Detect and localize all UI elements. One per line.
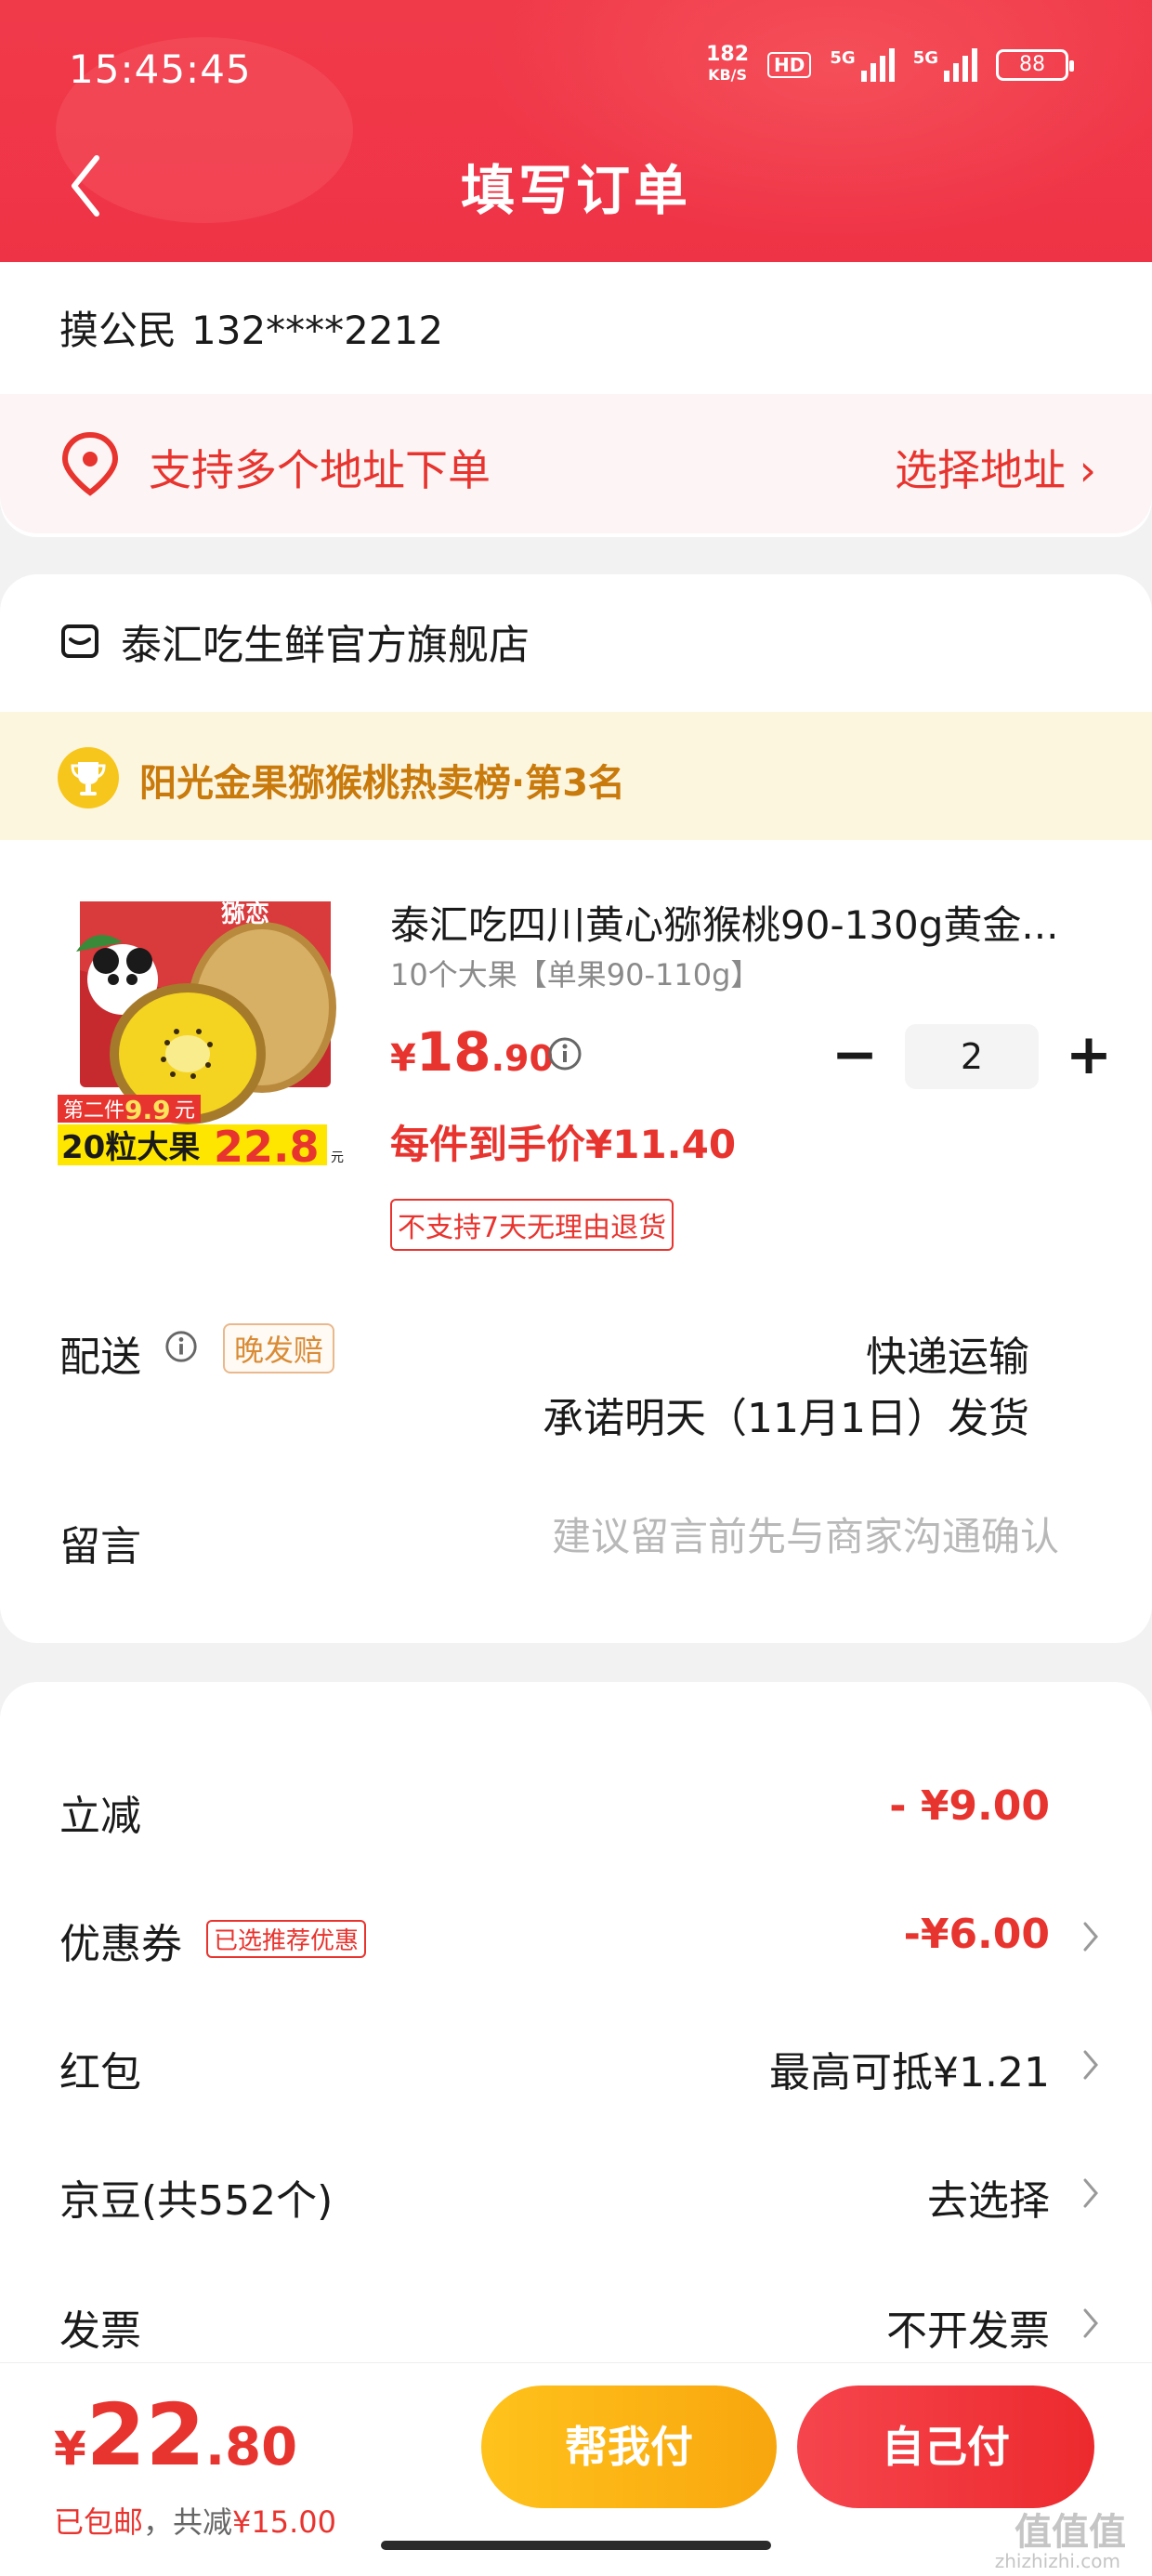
pay-myself-button[interactable]: 自己付 xyxy=(797,2385,1094,2508)
store-card: 泰汇吃生鲜官方旗舰店 阳光金果猕猴桃热卖榜·第3名 猕恋 第二件 9.9 元 2… xyxy=(0,574,1152,1643)
no-return-badge: 不支持7天无理由退货 xyxy=(390,1199,674,1251)
multi-address-text: 支持多个地址下单 xyxy=(149,445,491,495)
contact-phone: 132****2212 xyxy=(191,308,444,353)
location-pin-icon xyxy=(61,431,119,496)
shipping-promise: 承诺明天（11月1日）发货 xyxy=(543,1395,1029,1442)
watermark-logo: 值值值 xyxy=(1015,2511,1126,2554)
shipping-label: 配送 xyxy=(59,1334,141,1381)
coupon-value: -¥6.00 xyxy=(903,1911,1050,1958)
jd-beans-row[interactable]: 京豆(共552个) 去选择 xyxy=(0,2150,1152,2243)
chevron-right-icon xyxy=(1083,2308,1098,2338)
hd-icon: HD xyxy=(767,52,812,78)
chevron-right-icon xyxy=(1083,1922,1098,1952)
chevron-right-icon xyxy=(1083,2178,1098,2208)
svg-text:20粒大果: 20粒大果 xyxy=(61,1129,200,1165)
red-packet-value: 最高可抵¥1.21 xyxy=(769,2049,1050,2096)
rank-text: 阳光金果猕猴桃热卖榜·第3名 xyxy=(139,762,626,805)
product-title[interactable]: 泰汇吃四川黄心猕猴桃90-130g黄金... xyxy=(390,894,1096,951)
svg-text:元: 元 xyxy=(175,1099,195,1123)
status-bar: 15:45:45 182 KB/S HD 5G 5G 88 xyxy=(0,0,1152,139)
status-icons: 182 KB/S HD 5G 5G 88 xyxy=(706,43,1074,85)
contact-name: 摸公民 xyxy=(59,308,177,353)
order-page: 摸公民 132****2212 支持多个地址下单 选择地址 › 15:45:45 … xyxy=(0,0,1152,2576)
svg-text:第二件: 第二件 xyxy=(63,1099,124,1123)
battery-icon: 88 xyxy=(996,49,1074,81)
jd-beans-value: 去选择 xyxy=(927,2177,1050,2225)
network-speed: 182 KB/S xyxy=(706,43,750,85)
red-packet-label: 红包 xyxy=(59,2049,141,2096)
invoice-label: 发票 xyxy=(59,2307,141,2355)
instant-discount-value: - ¥9.00 xyxy=(889,1782,1050,1830)
coupon-recommended-badge: 已选推荐优惠 xyxy=(206,1920,367,1958)
home-indicator[interactable] xyxy=(381,2541,771,2550)
signal-icon: 5G xyxy=(830,48,895,82)
total-note: 已包邮，共减¥15.00 xyxy=(54,2504,337,2540)
page-title: 填写订单 xyxy=(460,159,691,222)
instant-discount-label: 立减 xyxy=(59,1793,141,1840)
red-packet-row[interactable]: 红包 最高可抵¥1.21 xyxy=(0,2022,1152,2115)
image-brand-text: 猕恋 xyxy=(221,900,269,928)
store-name: 泰汇吃生鲜官方旗舰店 xyxy=(121,622,530,669)
product-image[interactable]: 猕恋 第二件 9.9 元 20粒大果 22.8 元 xyxy=(58,868,351,1165)
chevron-right-icon xyxy=(1083,2050,1098,2080)
jd-beans-label: 京豆(共552个) xyxy=(59,2177,334,2225)
discount-value: ¥15.00 xyxy=(232,2504,337,2540)
increase-quantity-button[interactable]: + xyxy=(1061,1027,1117,1084)
quantity-stepper: − 2 + xyxy=(827,1024,1117,1089)
shipping-method[interactable]: 快递运输 xyxy=(866,1323,1029,1383)
message-input[interactable] xyxy=(446,1504,1059,1569)
help-me-pay-button[interactable]: 帮我付 xyxy=(481,2385,777,2508)
trophy-icon xyxy=(58,747,119,808)
svg-text:元: 元 xyxy=(331,1150,344,1165)
product-price: ¥18.90 xyxy=(390,1020,554,1084)
discount-label: 共减 xyxy=(173,2504,233,2540)
rank-banner[interactable]: 阳光金果猕猴桃热卖榜·第3名 xyxy=(0,712,1152,840)
svg-text:22.8: 22.8 xyxy=(214,1122,320,1165)
product-spec[interactable]: 10个大果【单果90-110g】 xyxy=(390,952,760,994)
signal-icon-2: 5G xyxy=(913,48,977,82)
coupon-row[interactable]: 优惠券 已选推荐优惠 -¥6.00 xyxy=(0,1894,1152,1987)
address-contact[interactable]: 摸公民 132****2212 xyxy=(59,299,443,356)
each-price: 每件到手价¥11.40 xyxy=(390,1122,737,1167)
late-compensation-badge: 晚发赔 xyxy=(223,1323,335,1373)
quantity-value[interactable]: 2 xyxy=(905,1024,1039,1089)
invoice-row[interactable]: 发票 不开发票 xyxy=(0,2280,1152,2373)
message-label: 留言 xyxy=(59,1523,141,1571)
watermark-url: zhizhizhi.com xyxy=(994,2550,1120,2572)
total-price: ¥22.80 xyxy=(54,2385,298,2485)
decrease-quantity-button[interactable]: − xyxy=(827,1027,883,1084)
summary-card: 立减 - ¥9.00 优惠券 已选推荐优惠 -¥6.00 红包 最高可抵¥1.2… xyxy=(0,1682,1152,2425)
store-header[interactable]: 泰汇吃生鲜官方旗舰店 xyxy=(59,611,530,671)
info-icon[interactable] xyxy=(546,1035,583,1072)
free-shipping-text: 已包邮 xyxy=(54,2504,144,2540)
svg-text:9.9: 9.9 xyxy=(124,1095,171,1125)
header: 15:45:45 182 KB/S HD 5G 5G 88 填写订单 xyxy=(0,0,1152,262)
instant-discount-row: 立减 - ¥9.00 xyxy=(0,1766,1152,1859)
multi-address-banner[interactable]: 支持多个地址下单 选择地址 › xyxy=(0,394,1152,533)
shipping-info-icon[interactable] xyxy=(164,1329,199,1364)
choose-address-link[interactable]: 选择地址 › xyxy=(895,437,1096,498)
invoice-value: 不开发票 xyxy=(886,2307,1050,2355)
coupon-label: 优惠券 xyxy=(59,1921,182,1968)
store-icon xyxy=(61,624,98,658)
status-time: 15:45:45 xyxy=(69,46,252,92)
